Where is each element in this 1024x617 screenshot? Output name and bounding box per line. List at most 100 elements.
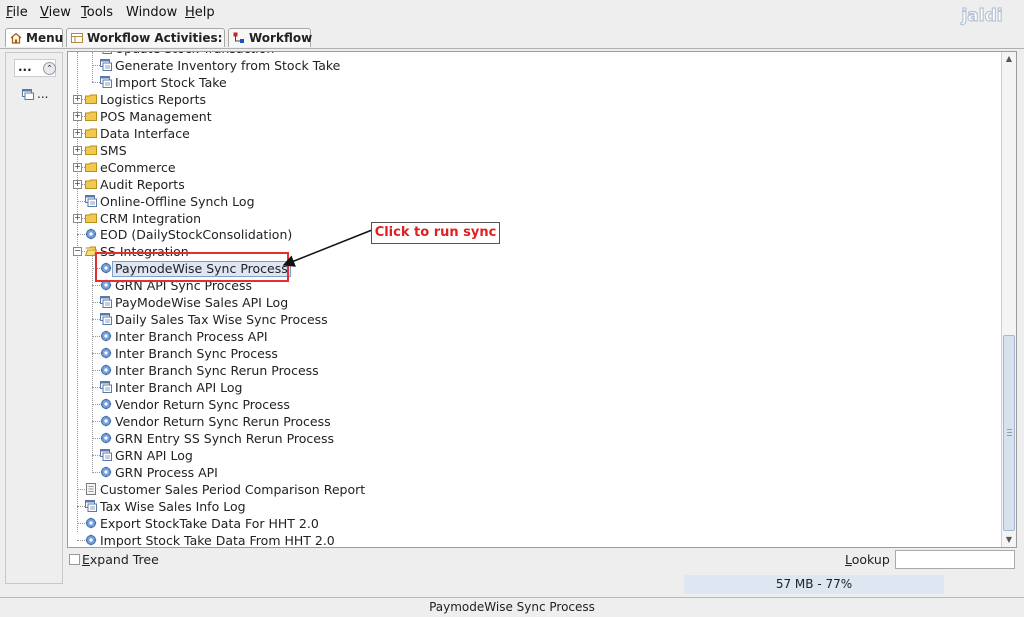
tree-row-label: Generate Inventory from Stock Take bbox=[115, 58, 341, 73]
tree-row[interactable]: EOD (DailyStockConsolidation) bbox=[68, 226, 998, 243]
memory-indicator[interactable]: 57 MB - 77% bbox=[684, 575, 944, 594]
tree-guide-line bbox=[77, 234, 85, 235]
tree-guide-line bbox=[92, 387, 100, 388]
scroll-down-icon[interactable]: ▼ bbox=[1003, 534, 1015, 546]
tree-row[interactable]: Import Stock Take Data From HHT 2.0 bbox=[68, 532, 998, 548]
tree-row-label: Audit Reports bbox=[100, 177, 185, 192]
tree-row-label: Logistics Reports bbox=[100, 92, 206, 107]
tree-row[interactable]: Daily Sales Tax Wise Sync Process bbox=[68, 311, 998, 328]
collapse-minus-icon[interactable]: − bbox=[73, 247, 82, 256]
tree-row[interactable]: PayModeWise Sales API Log bbox=[68, 294, 998, 311]
tree-row-label: Daily Sales Tax Wise Sync Process bbox=[115, 312, 328, 327]
tab-workflow-label: Workflow bbox=[249, 31, 313, 45]
expand-plus-icon[interactable]: + bbox=[73, 112, 82, 121]
tree-row-label: Import Stock Take Data From HHT 2.0 bbox=[100, 533, 335, 548]
folder-icon bbox=[85, 111, 97, 121]
gear-icon bbox=[100, 347, 112, 359]
expand-plus-icon[interactable]: + bbox=[73, 163, 82, 172]
expand-tree-checkbox[interactable] bbox=[69, 554, 80, 565]
grip-line bbox=[1007, 435, 1012, 436]
tree-row[interactable]: + POS Management bbox=[68, 108, 998, 125]
tree-row[interactable]: Online-Offline Synch Log bbox=[68, 193, 998, 210]
doc-icon bbox=[85, 195, 97, 207]
collapse-up-icon[interactable]: ⌃ bbox=[43, 62, 56, 75]
tree-row[interactable]: Import Stock Take bbox=[68, 74, 998, 91]
tree-row-label: PayModeWise Sales API Log bbox=[115, 295, 289, 310]
grip-line bbox=[1007, 429, 1012, 430]
tree-row[interactable]: GRN API Log bbox=[68, 447, 998, 464]
tree-row[interactable]: Vendor Return Sync Rerun Process bbox=[68, 413, 998, 430]
tree-row[interactable]: + eCommerce bbox=[68, 159, 998, 176]
tree-row[interactable]: + Audit Reports bbox=[68, 176, 998, 193]
tree-guide-line bbox=[92, 82, 100, 83]
gear-icon bbox=[100, 432, 112, 444]
doc-icon bbox=[100, 381, 112, 393]
tree-row-label: Export StockTake Data For HHT 2.0 bbox=[100, 516, 319, 531]
doc-icon bbox=[100, 59, 112, 71]
tree-row[interactable]: + Data Interface bbox=[68, 125, 998, 142]
tree-guide-line bbox=[92, 404, 100, 405]
tree-row[interactable]: Customer Sales Period Comparison Report bbox=[68, 481, 998, 498]
scrollbar-thumb[interactable] bbox=[1003, 335, 1015, 531]
doc-icon bbox=[102, 52, 112, 54]
tree-row-label: eCommerce bbox=[100, 160, 176, 175]
tree-row[interactable]: Export StockTake Data For HHT 2.0 bbox=[68, 515, 998, 532]
expand-plus-icon[interactable]: + bbox=[73, 214, 82, 223]
tree-row[interactable]: + SMS bbox=[68, 142, 998, 159]
menu-help[interactable]: Help bbox=[185, 5, 215, 20]
tree-row[interactable]: + Logistics Reports bbox=[68, 91, 998, 108]
expand-plus-icon[interactable]: + bbox=[73, 95, 82, 104]
tree-row[interactable]: Generate Inventory from Stock Take bbox=[68, 57, 998, 74]
tree-guide-line bbox=[77, 506, 85, 507]
tree-row[interactable]: Inter Branch Sync Rerun Process bbox=[68, 362, 998, 379]
tree-row[interactable]: Inter Branch Sync Process bbox=[68, 345, 998, 362]
menu-file[interactable]: File bbox=[6, 5, 28, 20]
home-icon bbox=[10, 32, 22, 44]
gear-icon bbox=[100, 364, 112, 376]
expand-plus-icon[interactable]: + bbox=[73, 129, 82, 138]
grip-line bbox=[1007, 432, 1012, 433]
doc-icon bbox=[100, 76, 112, 88]
tab-menu[interactable]: Menu bbox=[5, 28, 63, 47]
folder-icon bbox=[85, 128, 97, 138]
workflow-icon bbox=[233, 32, 244, 43]
tree-row[interactable]: Vendor Return Sync Process bbox=[68, 396, 998, 413]
expand-tree-label: Expand Tree bbox=[82, 552, 159, 567]
tree-row[interactable]: GRN Entry SS Synch Rerun Process bbox=[68, 430, 998, 447]
tree-row[interactable]: Inter Branch API Log bbox=[68, 379, 998, 396]
tree-row[interactable]: Tax Wise Sales Info Log bbox=[68, 498, 998, 515]
tree-row-label: POS Management bbox=[100, 109, 212, 124]
tab-workflow[interactable]: Workflow bbox=[228, 28, 313, 47]
tree-guide-line bbox=[92, 421, 100, 422]
tree-row-label: Tax Wise Sales Info Log bbox=[100, 499, 246, 514]
menu-tools[interactable]: Tools bbox=[81, 5, 113, 20]
menu-window[interactable]: Window bbox=[126, 5, 177, 20]
tree-row-label: GRN API Log bbox=[115, 448, 193, 463]
lookup-label: Lookup bbox=[845, 552, 890, 567]
tree-row[interactable]: + CRM Integration bbox=[68, 210, 998, 227]
tab-menu-label: Menu bbox=[26, 31, 64, 45]
menu-view[interactable]: View bbox=[40, 5, 71, 20]
doc-icon bbox=[100, 296, 112, 308]
tree-guide-line bbox=[92, 319, 100, 320]
tree-row-label: Data Interface bbox=[100, 126, 190, 141]
lookup-input[interactable] bbox=[895, 550, 1015, 569]
expand-plus-icon[interactable]: + bbox=[73, 180, 82, 189]
tree-row-label: SMS bbox=[100, 143, 127, 158]
vertical-scrollbar[interactable]: ▲ ▼ bbox=[1001, 52, 1016, 547]
tree-row[interactable]: GRN Process API bbox=[68, 464, 998, 481]
tree-guide-line bbox=[92, 285, 100, 286]
tree-guide-line bbox=[92, 370, 100, 371]
gear-icon bbox=[85, 228, 97, 240]
left-panel-header: ... ⌃ bbox=[14, 59, 56, 77]
tree-guide-line bbox=[92, 302, 100, 303]
tree-row-label: EOD (DailyStockConsolidation) bbox=[100, 227, 293, 242]
tab-workflow-activities[interactable]: Workflow Activities: 0 bbox=[66, 28, 225, 63]
tree-guide-line bbox=[92, 472, 100, 473]
tree-guide-line bbox=[92, 336, 100, 337]
scroll-up-icon[interactable]: ▲ bbox=[1003, 53, 1015, 65]
left-panel-item[interactable]: ... bbox=[22, 87, 58, 103]
tree-row[interactable]: Inter Branch Process API bbox=[68, 328, 998, 345]
doc-icon bbox=[100, 449, 112, 461]
expand-plus-icon[interactable]: + bbox=[73, 146, 82, 155]
